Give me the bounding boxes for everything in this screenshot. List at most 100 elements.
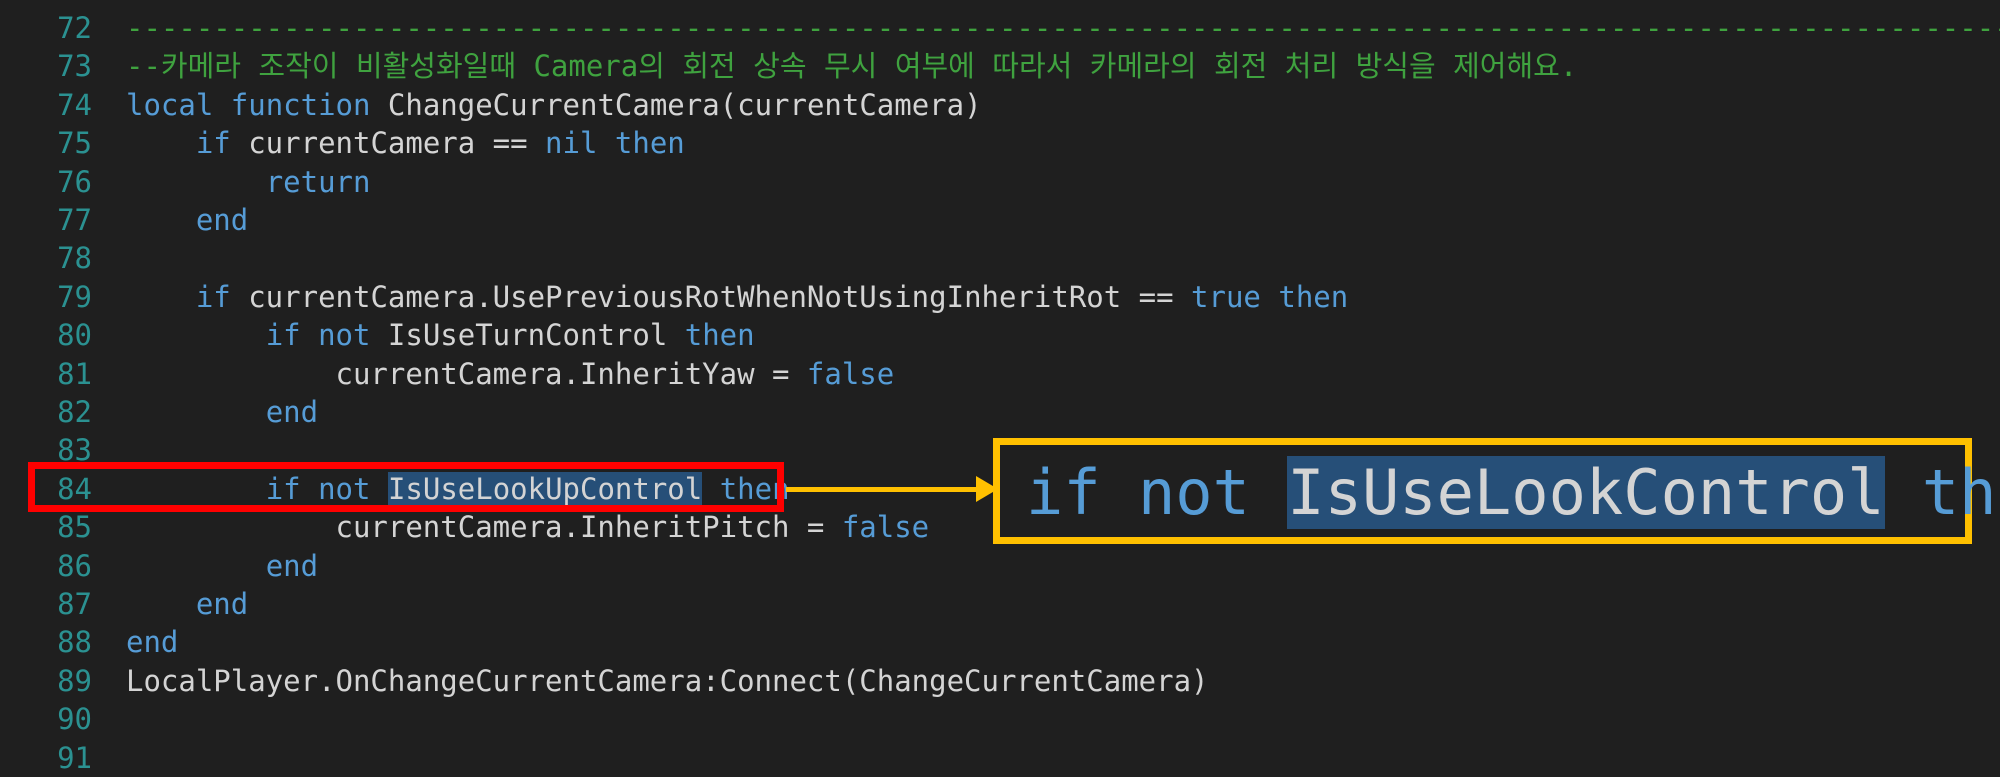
line-number: 81 [57,356,92,391]
line-code: local function ChangeCurrentCamera(curre… [126,86,982,124]
code-line[interactable]: 88 end [0,623,2000,661]
code-token: --카메라 조작이 비활성화일때 Camera의 회전 상속 무시 여부에 따라… [126,49,1578,84]
code-token: not [318,318,371,353]
line-code: --카메라 조작이 비활성화일때 Camera의 회전 상속 무시 여부에 따라… [126,47,1577,85]
line-code: end [126,547,318,585]
callout-arrow-line [786,487,982,492]
callout-token [1885,456,1922,529]
code-line[interactable]: 78 [0,239,2000,277]
code-token: if [265,318,301,353]
line-number: 90 [57,702,92,737]
code-token: false [841,510,930,545]
zoom-callout-box: if not IsUseLookControl then [993,438,2000,544]
code-line[interactable]: 91 [0,739,2000,777]
code-token: true [1191,279,1261,314]
code-line[interactable]: 82 end [0,393,2000,431]
line-code: end [126,585,248,623]
code-token: false [806,356,895,391]
code-token: then [1278,279,1349,314]
code-token: currentCamera.InheritPitch = [126,510,842,545]
line-code: return [126,163,371,201]
line-code: end [126,201,248,239]
code-token: ChangeCurrentCamera(currentCamera) [370,87,982,122]
code-token: currentCamera.InheritYaw = [126,356,807,391]
code-token: LocalPlayer.OnChangeCurrentCamera:Connec… [126,663,1209,698]
line-number: 73 [57,49,92,84]
code-token: currentCamera.UsePreviousRotWhenNotUsing… [230,279,1192,314]
line-number: 75 [57,126,92,161]
code-line[interactable]: 77 end [0,201,2000,239]
callout-token: if [1026,456,1101,529]
line-code: if not IsUseTurnControl then [126,316,755,354]
line-code: if currentCamera == nil then [126,124,685,162]
line-number: 87 [57,587,92,621]
code-token: currentCamera == [230,126,546,161]
code-token: then [684,318,755,353]
code-token: local [126,87,214,122]
line-number: 78 [57,241,92,276]
code-line[interactable]: 80 if not IsUseTurnControl then [0,316,2000,354]
code-line[interactable]: 74 local function ChangeCurrentCamera(cur… [0,86,2000,124]
code-token: IsUseTurnControl [370,318,685,353]
code-token: if [195,279,231,314]
code-line[interactable]: 86 end [0,547,2000,585]
code-line[interactable]: 76 return [0,163,2000,201]
line-code: if currentCamera.UsePreviousRotWhenNotUs… [126,278,1348,316]
code-line[interactable]: 89 LocalPlayer.OnChangeCurrentCamera:Conn… [0,662,2000,700]
code-token: end [265,395,319,429]
line-code: end [126,393,318,431]
line-number: 85 [57,510,92,545]
line-code: ----------------------------------------… [126,9,2000,47]
code-line[interactable]: 79 if currentCamera.UsePreviousRotWhenNo… [0,278,2000,316]
line-number: 76 [57,164,92,199]
code-token: end [195,587,249,621]
callout-selected-token: IsUseLookControl [1287,456,1885,529]
callout-token [1101,456,1138,529]
code-token: if [195,126,231,161]
callout-token: then [1921,456,2000,529]
code-editor[interactable]: 72 --------------------------------------… [0,0,2000,775]
code-token: then [614,126,685,161]
line-code: currentCamera.InheritYaw = false [126,355,895,393]
code-line[interactable]: 72 --------------------------------------… [0,9,2000,47]
code-token: ----------------------------------------… [126,11,2000,45]
code-line[interactable]: 90 [0,700,2000,738]
line-number: 74 [57,87,92,122]
code-line[interactable]: 81 currentCamera.InheritYaw = false [0,355,2000,393]
line-number: 72 [57,11,92,45]
callout-token [1250,456,1287,529]
line-number: 88 [57,625,92,660]
line-number: 91 [57,740,92,775]
code-token: end [126,625,179,660]
line-code: end [126,623,178,661]
code-token: return [265,164,371,199]
line-number: 79 [57,279,92,314]
callout-token: not [1137,456,1250,529]
line-number: 80 [57,318,92,353]
code-line[interactable]: 87 end [0,585,2000,623]
line-code: currentCamera.InheritPitch = false [126,508,930,546]
line-number: 89 [57,663,92,698]
code-line[interactable]: 75 if currentCamera == nil then [0,124,2000,162]
line-code: LocalPlayer.OnChangeCurrentCamera:Connec… [126,662,1209,700]
line-number: 77 [57,203,92,237]
code-token: nil [545,126,598,161]
line-number: 82 [57,395,92,429]
code-line[interactable]: 73 --카메라 조작이 비활성화일때 Camera의 회전 상속 무시 여부에 … [0,47,2000,85]
code-token: end [265,548,319,583]
code-token: function [230,87,371,122]
zoom-callout-code: if not IsUseLookControl then [1026,455,2000,531]
highlight-box-line-84 [28,462,784,512]
code-token: end [195,203,249,237]
